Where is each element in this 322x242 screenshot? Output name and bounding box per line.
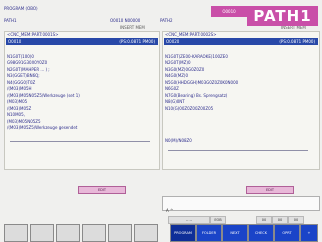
left-edit-mode: INSERT MEM bbox=[120, 25, 145, 30]
status-cell: 00 bbox=[272, 216, 288, 224]
softkey[interactable] bbox=[4, 224, 28, 242]
softkey-check[interactable]: CHECK bbox=[248, 224, 274, 242]
left-selected-program: O0010 bbox=[8, 39, 22, 44]
key-input-buffer[interactable]: A ^ bbox=[162, 196, 320, 213]
screen-title: PROGRAM (OBO) bbox=[4, 6, 38, 11]
right-program-lines: N1G0T(ZE00-KARAOKE)100ZE0 N2G0T(MZ)0 N3G… bbox=[163, 45, 319, 145]
left-selected-info: (PS:0.0871 PM00) bbox=[119, 39, 155, 44]
softkey[interactable] bbox=[82, 224, 106, 242]
right-edit-button[interactable]: EDIT bbox=[246, 186, 294, 194]
status-cell: 00 bbox=[288, 216, 304, 224]
left-edit-button[interactable]: EDIT bbox=[78, 186, 126, 194]
softkey[interactable] bbox=[134, 224, 158, 242]
path-badge: PATH1 bbox=[247, 6, 318, 26]
left-path-label: PATH1 bbox=[4, 18, 17, 23]
right-path-label: PATH2 bbox=[160, 18, 173, 23]
softkey-oprt[interactable]: OPRT bbox=[274, 224, 300, 242]
left-program-pane[interactable]: <CNC_MEM:PART:0001S> O0010 (PS:0.0871 PM… bbox=[4, 31, 160, 170]
softkey[interactable] bbox=[108, 224, 132, 242]
softkey[interactable] bbox=[30, 224, 54, 242]
key-input-value: A ^ bbox=[166, 208, 174, 213]
softkey-next[interactable]: NEXT bbox=[222, 224, 248, 242]
softkey[interactable] bbox=[56, 224, 80, 242]
status-cell-left: -- -- bbox=[168, 216, 210, 224]
status-cell: 00 bbox=[256, 216, 272, 224]
program-line[interactable]: N0(M)/N08Z0 bbox=[165, 138, 317, 145]
softkey-next-page[interactable]: + bbox=[300, 224, 318, 242]
right-selected-program: O0020 bbox=[166, 39, 180, 44]
softkey-folder[interactable]: FOLDER bbox=[196, 224, 222, 242]
softkey-bar: PROGRAM FOLDER NEXT CHECK OPRT + bbox=[4, 224, 318, 242]
left-program-number: O0010 N00000 bbox=[110, 18, 141, 23]
right-pane-selected-row[interactable]: O0020 (PS:0.0871 PM00) bbox=[164, 38, 318, 45]
left-pane-selected-row[interactable]: O0010 (PS:0.0871 PM00) bbox=[6, 38, 158, 45]
program-badge: O0010 bbox=[211, 6, 247, 17]
right-divider bbox=[168, 150, 308, 151]
cnc-screen: PROGRAM (OBO) PATH1 O0010 N00000 PATH2 O… bbox=[0, 0, 322, 242]
softkey-program[interactable]: PROGRAM bbox=[170, 224, 196, 242]
left-program-lines: N1G0T(100)0 G98G91G30X0Y0Z0 N2G0T(MAHPER… bbox=[5, 45, 159, 145]
left-divider bbox=[10, 141, 150, 142]
status-cell-mid: EOB bbox=[210, 216, 226, 224]
right-selected-info: (PS:0.0871 PM00) bbox=[279, 39, 315, 44]
